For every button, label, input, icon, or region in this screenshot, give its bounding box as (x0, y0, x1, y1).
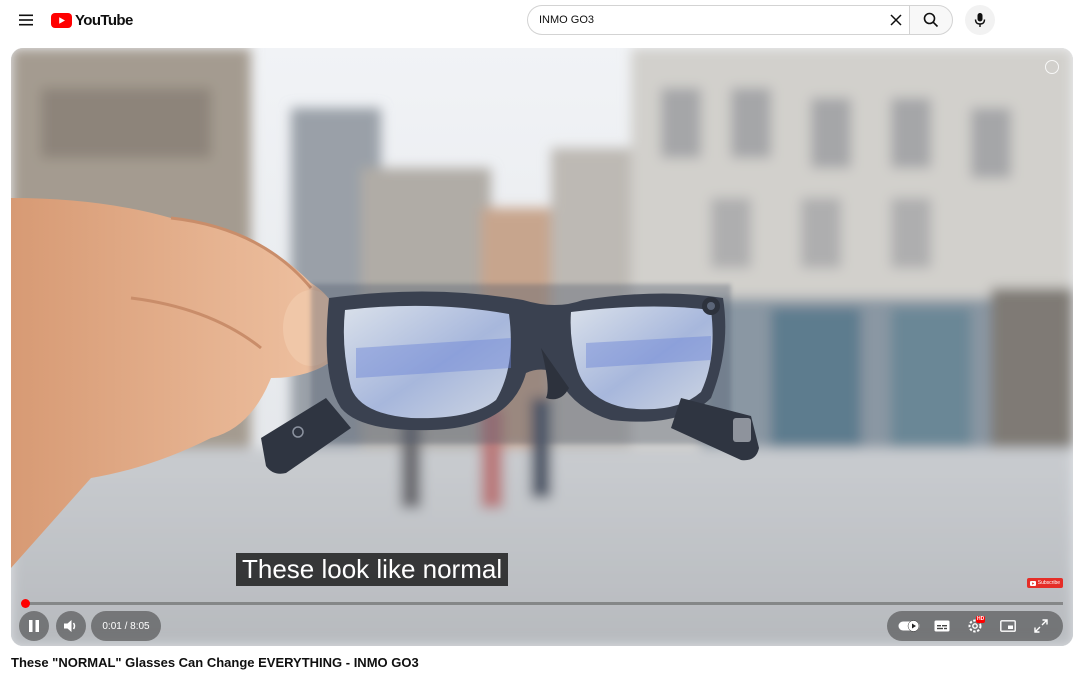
miniplayer-button[interactable] (994, 614, 1022, 638)
volume-icon (64, 620, 76, 632)
subscribe-watermark[interactable]: Subscribe (1026, 578, 1063, 588)
youtube-home-logo[interactable]: YouTube (51, 9, 133, 31)
video-frame (11, 48, 1073, 646)
right-controls: HD (887, 611, 1063, 641)
progress-scrubber[interactable] (21, 599, 31, 608)
pause-button[interactable] (19, 611, 49, 641)
hd-badge: HD (975, 616, 986, 623)
video-title: These "NORMAL" Glasses Can Change EVERYT… (11, 655, 419, 670)
info-icon[interactable] (1045, 60, 1059, 74)
youtube-logo-icon (51, 12, 72, 28)
guide-menu-button[interactable] (14, 8, 38, 32)
miniplayer-icon (999, 620, 1016, 632)
search-box (527, 5, 909, 35)
autoplay-toggle-icon (898, 620, 920, 632)
menu-icon (19, 14, 33, 26)
caption-box: These look like normal (236, 553, 509, 586)
progress-bar[interactable] (23, 602, 1063, 605)
caption-text: These look like normal (242, 554, 503, 584)
search-button[interactable] (909, 5, 953, 35)
voice-search-button[interactable] (965, 5, 995, 35)
mute-button[interactable] (56, 611, 86, 641)
search-icon (923, 12, 939, 28)
subtitles-button[interactable] (928, 614, 956, 638)
logo-wordmark: YouTube (75, 11, 133, 29)
masthead: YouTube (0, 0, 1080, 40)
watermark-label: Subscribe (1037, 580, 1060, 586)
fullscreen-button[interactable] (1027, 614, 1055, 638)
clear-search-button[interactable] (884, 8, 908, 32)
mic-icon (974, 13, 986, 27)
fullscreen-icon (1033, 619, 1048, 633)
play-badge-icon (1029, 580, 1036, 586)
time-text: 0:01 / 8:05 (102, 620, 150, 632)
subtitles-icon (934, 620, 950, 632)
video-player[interactable]: These look like normal Subscribe 0:01 / … (11, 48, 1073, 646)
autoplay-toggle[interactable] (895, 614, 923, 638)
time-display: 0:01 / 8:05 (91, 611, 161, 641)
search-input[interactable] (539, 10, 879, 30)
settings-button[interactable]: HD (961, 614, 989, 638)
close-icon (890, 14, 902, 26)
pause-icon (29, 620, 39, 632)
